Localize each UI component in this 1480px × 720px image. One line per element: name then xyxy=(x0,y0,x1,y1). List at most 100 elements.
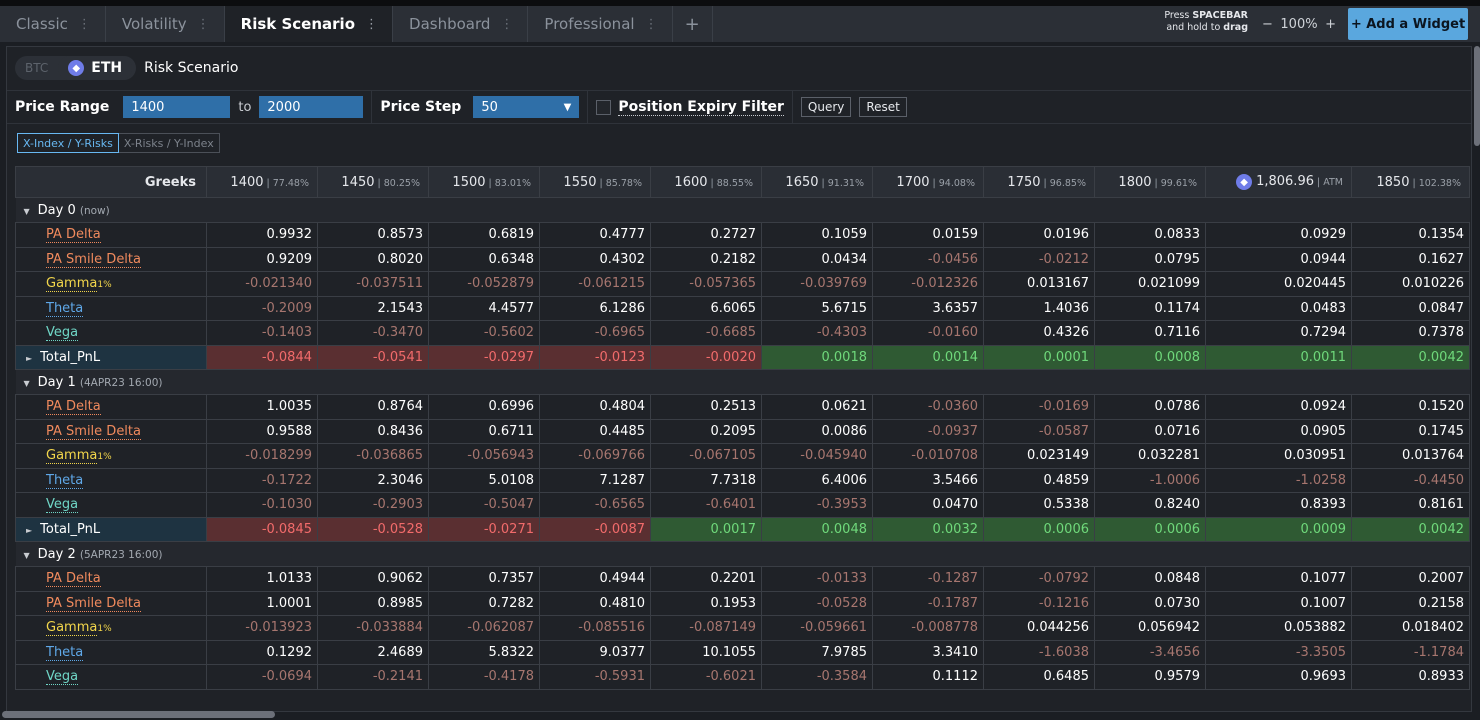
expand-caret-icon[interactable]: ► xyxy=(26,354,32,363)
row-label[interactable]: ► Total_PnL xyxy=(15,516,207,542)
column-header: 1850 | 102.38% xyxy=(1351,166,1470,198)
range-to-input[interactable]: 2000 xyxy=(259,96,364,118)
greek-row: Theta -0.1722 2.3046 5.0108 7.1287 7.7318 6.40… xyxy=(15,467,1470,493)
tab-volatility[interactable]: Volatility ⋮ xyxy=(106,6,225,42)
greeks-header: Greeks xyxy=(15,166,207,198)
column-separator: | xyxy=(263,177,273,189)
tab-menu-icon[interactable]: ⋮ xyxy=(365,17,378,32)
value-cell: 0.6819 xyxy=(428,222,540,248)
day-header[interactable]: ▼ Day 0 (now) xyxy=(15,197,1470,223)
price-range-label: Price Range xyxy=(15,99,110,115)
column-separator: | xyxy=(1151,177,1161,189)
value-cell: -1.0258 xyxy=(1205,467,1352,493)
expiry-filter-checkbox[interactable] xyxy=(596,99,612,115)
axis-x-risks-y-index[interactable]: X-Risks / Y-Index xyxy=(118,133,220,153)
value-cell: 0.4804 xyxy=(539,394,651,420)
price-step-select[interactable]: 50 ▼ xyxy=(473,96,580,118)
tab-dashboard[interactable]: Dashboard ⋮ xyxy=(393,6,529,42)
row-label: Vega xyxy=(15,664,207,690)
greek-row: PA Smile Delta 0.9209 0.8020 0.6348 0.4302 0.… xyxy=(15,246,1470,272)
collapse-caret-icon[interactable]: ▼ xyxy=(24,551,30,560)
value-cell: 0.1292 xyxy=(206,639,318,665)
collapse-caret-icon[interactable]: ▼ xyxy=(24,207,30,216)
column-price: 1500 xyxy=(452,174,486,190)
value-cell: -0.4303 xyxy=(761,320,873,346)
price-step-label: Price Step xyxy=(380,99,462,115)
value-cell: 0.4777 xyxy=(539,222,651,248)
day-header[interactable]: ▼ Day 2 (5APR23 16:00) xyxy=(15,541,1470,567)
day-header-row[interactable]: ▼ Day 2 (5APR23 16:00) xyxy=(15,541,1470,567)
dropdown-arrow-icon: ▼ xyxy=(563,101,572,113)
value-cell: -0.3953 xyxy=(761,492,873,518)
value-cell: 5.0108 xyxy=(428,467,540,493)
day-header[interactable]: ▼ Day 1 (4APR23 16:00) xyxy=(15,369,1470,395)
column-moneyness: 91.31% xyxy=(827,177,864,189)
zoom-out-button[interactable]: − xyxy=(1262,17,1273,32)
coin-btc-option[interactable]: BTC xyxy=(15,56,58,80)
value-cell: 0.4302 xyxy=(539,246,651,272)
value-cell: -0.2141 xyxy=(317,664,429,690)
value-cell: -0.0212 xyxy=(983,246,1095,272)
tab-classic[interactable]: Classic ⋮ xyxy=(0,6,106,42)
value-cell: -0.0937 xyxy=(872,418,984,444)
value-cell: -0.0528 xyxy=(761,590,873,616)
value-cell: 0.9579 xyxy=(1094,664,1206,690)
value-cell: -0.6565 xyxy=(539,492,651,518)
value-cell: 0.1953 xyxy=(650,590,762,616)
row-label[interactable]: ► Total_PnL xyxy=(15,344,207,370)
query-button[interactable]: Query xyxy=(800,97,852,117)
value-cell: 0.0014 xyxy=(872,344,984,370)
expand-caret-icon[interactable]: ► xyxy=(26,526,32,535)
workspace-tab-bar: Classic ⋮ Volatility ⋮ Risk Scenario ⋮ Dashboa… xyxy=(0,6,1480,42)
value-cell: 0.2513 xyxy=(650,394,762,420)
value-cell: -0.039769 xyxy=(761,271,873,297)
value-cell: 0.2095 xyxy=(650,418,762,444)
value-cell: 0.6996 xyxy=(428,394,540,420)
tab-risk-scenario[interactable]: Risk Scenario ⋮ xyxy=(224,6,394,42)
tab-menu-icon[interactable]: ⋮ xyxy=(645,17,658,32)
value-cell: 0.0795 xyxy=(1094,246,1206,272)
column-price: 1,806.96 xyxy=(1256,173,1314,189)
value-cell: 0.1174 xyxy=(1094,295,1206,321)
row-name: PA Delta xyxy=(46,399,101,416)
row-name: Gamma xyxy=(46,276,98,293)
reset-button[interactable]: Reset xyxy=(859,97,907,117)
value-cell: 0.0483 xyxy=(1205,295,1352,321)
tab-professional[interactable]: Professional ⋮ xyxy=(528,6,673,42)
value-cell: 0.0006 xyxy=(983,516,1095,542)
widget-header: BTC ◆ ETH Risk Scenario xyxy=(7,47,1471,89)
tab-menu-icon[interactable]: ⋮ xyxy=(500,17,513,32)
horizontal-scrollbar[interactable] xyxy=(2,711,275,718)
value-cell: -0.057365 xyxy=(650,271,762,297)
add-tab-button[interactable]: + xyxy=(673,6,713,42)
day-note: (4APR23 16:00) xyxy=(79,376,163,389)
risk-table-container: Greeks 1400 | 77.48% 1450 | 80.25% 1500 | … xyxy=(15,166,1471,690)
vertical-scrollbar[interactable] xyxy=(1474,46,1480,146)
day-header-row[interactable]: ▼ Day 0 (now) xyxy=(15,197,1470,223)
collapse-caret-icon[interactable]: ▼ xyxy=(24,379,30,388)
range-from-input[interactable]: 1400 xyxy=(123,96,231,118)
zoom-in-button[interactable]: + xyxy=(1325,17,1336,32)
value-cell: 0.1520 xyxy=(1351,394,1470,420)
value-cell: -0.0694 xyxy=(206,664,318,690)
column-moneyness: 83.01% xyxy=(494,177,531,189)
value-cell: 0.8240 xyxy=(1094,492,1206,518)
column-header: 1600 | 88.55% xyxy=(650,166,762,198)
coin-eth-option[interactable]: ◆ ETH xyxy=(58,56,133,80)
tab-menu-icon[interactable]: ⋮ xyxy=(78,17,91,32)
value-cell: 0.1007 xyxy=(1205,590,1352,616)
column-separator: | xyxy=(1409,177,1419,189)
day-header-row[interactable]: ▼ Day 1 (4APR23 16:00) xyxy=(15,369,1470,395)
value-cell: 0.5338 xyxy=(983,492,1095,518)
tab-menu-icon[interactable]: ⋮ xyxy=(197,17,210,32)
value-cell: 0.023149 xyxy=(983,443,1095,469)
value-cell: -0.021340 xyxy=(206,271,318,297)
value-cell: -0.0792 xyxy=(983,566,1095,592)
axis-x-index-y-risks[interactable]: X-Index / Y-Risks xyxy=(17,133,119,153)
value-cell: -0.0297 xyxy=(428,344,540,370)
add-widget-button[interactable]: + Add a Widget xyxy=(1348,8,1468,40)
value-cell: -0.008778 xyxy=(872,615,984,641)
value-cell: 0.018402 xyxy=(1351,615,1470,641)
column-price: 1600 xyxy=(674,174,708,190)
column-separator: | xyxy=(929,177,939,189)
